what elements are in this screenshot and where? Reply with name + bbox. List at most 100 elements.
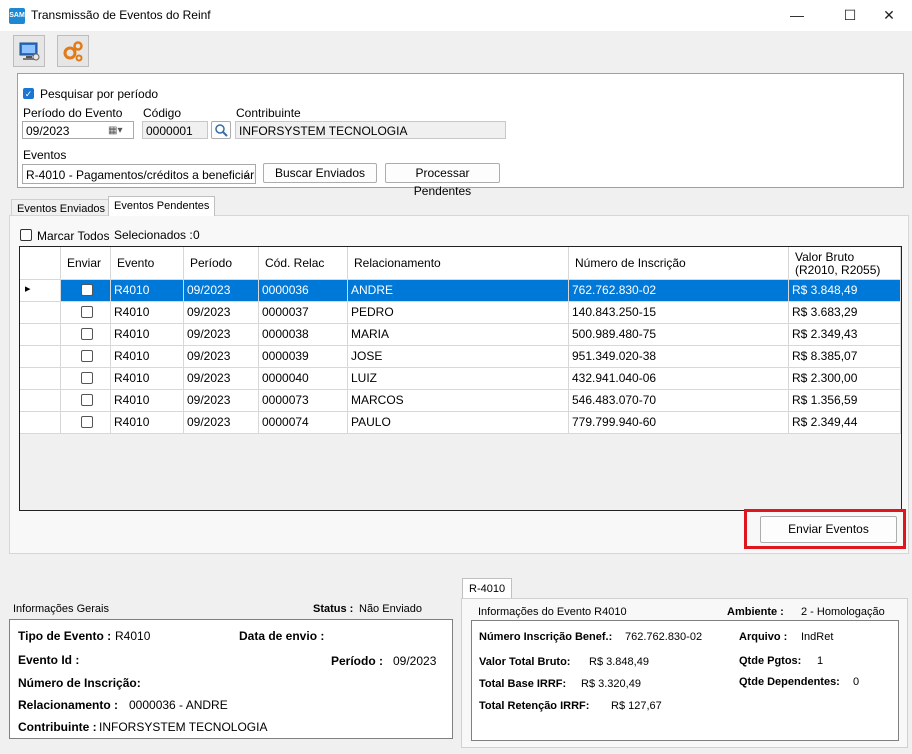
- general-info-box: Tipo de Evento : R4010 Data de envio : E…: [9, 619, 453, 739]
- relation-cell: ANDRE: [348, 280, 569, 302]
- gross-value-cell: R$ 8.385,07: [789, 346, 901, 368]
- code-search-button[interactable]: [211, 121, 231, 139]
- period-search-checkbox[interactable]: ✓: [23, 88, 34, 99]
- relation-cell: PEDRO: [348, 302, 569, 324]
- period-cell: 09/2023: [184, 412, 259, 434]
- send-checkbox[interactable]: [81, 350, 93, 362]
- inscription-label: Número de Inscrição:: [18, 676, 141, 690]
- events-select-value: R-4010 - Pagamentos/créditos a beneficiá…: [26, 168, 256, 182]
- relation-code-cell: 0000038: [259, 324, 348, 346]
- calendar-icon[interactable]: ▦▾: [108, 122, 122, 138]
- gross-total-value: R$ 3.848,49: [589, 656, 649, 668]
- send-checkbox[interactable]: [81, 328, 93, 340]
- column-header-relation[interactable]: Relacionamento: [348, 247, 569, 280]
- inscription-cell: 140.843.250-15: [569, 302, 789, 324]
- tab-r4010[interactable]: R-4010: [462, 578, 513, 599]
- contributor-info-label: Contribuinte :: [18, 720, 97, 734]
- period-cell: 09/2023: [184, 324, 259, 346]
- column-header-inscription[interactable]: Número de Inscrição: [569, 247, 789, 280]
- send-checkbox[interactable]: [81, 284, 93, 296]
- period-cell: 09/2023: [184, 368, 259, 390]
- search-sent-button[interactable]: Buscar Enviados: [263, 163, 377, 183]
- irrf-base-label: Total Base IRRF:: [479, 678, 567, 690]
- window-title: Transmissão de Eventos do Reinf: [31, 8, 211, 22]
- event-id-label: Evento Id :: [18, 653, 80, 667]
- send-cell: [61, 346, 111, 368]
- payments-qty-label: Qtde Pgtos:: [739, 655, 802, 667]
- app-icon: SAM: [9, 8, 25, 24]
- column-header-event[interactable]: Evento: [111, 247, 184, 280]
- send-checkbox[interactable]: [81, 306, 93, 318]
- mark-all-label: Marcar Todos: [37, 229, 110, 243]
- relation-code-cell: 0000037: [259, 302, 348, 324]
- current-row-arrow-icon: ▸: [25, 283, 31, 295]
- row-header[interactable]: [20, 346, 61, 368]
- selected-label: Selecionados :: [114, 228, 193, 242]
- send-cell: [61, 280, 111, 302]
- status-label: Status :: [313, 603, 354, 615]
- settings-toolbar-button[interactable]: [57, 35, 89, 67]
- send-events-button[interactable]: Enviar Eventos: [760, 516, 897, 543]
- row-header[interactable]: [20, 324, 61, 346]
- tab-pending-events[interactable]: Eventos Pendentes: [108, 196, 216, 216]
- column-header-send[interactable]: Enviar: [61, 247, 111, 280]
- events-select[interactable]: R-4010 - Pagamentos/créditos a beneficiá…: [22, 164, 256, 184]
- benef-inscription-label: Número Inscrição Benef.:: [479, 631, 613, 643]
- relation-cell: MARIA: [348, 324, 569, 346]
- event-info-title: Informações do Evento R4010: [478, 606, 627, 618]
- relation-value: 0000036 - ANDRE: [129, 698, 228, 712]
- send-checkbox[interactable]: [81, 394, 93, 406]
- code-field[interactable]: 0000001: [142, 121, 208, 139]
- gross-value-cell: R$ 2.349,43: [789, 324, 901, 346]
- row-header[interactable]: [20, 390, 61, 412]
- send-checkbox[interactable]: [81, 372, 93, 384]
- send-cell: [61, 412, 111, 434]
- grid-corner-header: [20, 247, 61, 280]
- inscription-cell: 779.799.940-60: [569, 412, 789, 434]
- period-date-field[interactable]: 09/2023 ▦▾: [22, 121, 134, 139]
- gross-value-cell: R$ 3.848,49: [789, 280, 901, 302]
- send-date-label: Data de envio :: [239, 629, 325, 643]
- process-pending-button[interactable]: Processar Pendentes: [385, 163, 500, 198]
- relation-code-cell: 0000040: [259, 368, 348, 390]
- dependents-value: 0: [853, 676, 860, 688]
- relation-code-cell: 0000039: [259, 346, 348, 368]
- send-cell: [61, 324, 111, 346]
- event-type-label: Tipo de Evento :: [18, 629, 112, 643]
- column-header-period[interactable]: Período: [184, 247, 259, 280]
- period-cell: 09/2023: [184, 346, 259, 368]
- contributor-field: INFORSYSTEM TECNOLOGIA: [235, 121, 506, 139]
- inscription-cell: 500.989.480-75: [569, 324, 789, 346]
- row-header[interactable]: [20, 368, 61, 390]
- gross-value-cell: R$ 1.356,59: [789, 390, 901, 412]
- contributor-label: Contribuinte: [236, 106, 301, 120]
- title-bar: SAM Transmissão de Eventos do Reinf — ☐ …: [0, 0, 912, 31]
- search-icon: [215, 124, 228, 137]
- send-checkbox[interactable]: [81, 416, 93, 428]
- period-info-label: Período :: [331, 654, 384, 668]
- payments-qty-value: 1: [817, 655, 824, 667]
- gears-icon: [63, 41, 83, 62]
- transmit-toolbar-button[interactable]: [13, 35, 45, 67]
- event-cell: R4010: [111, 368, 184, 390]
- inscription-cell: 432.941.040-06: [569, 368, 789, 390]
- gross-total-label: Valor Total Bruto:: [479, 656, 571, 668]
- relation-code-cell: 0000074: [259, 412, 348, 434]
- minimize-icon[interactable]: —: [774, 0, 820, 31]
- chevron-down-icon: ⌄: [242, 169, 251, 180]
- contributor-info-value: INFORSYSTEM TECNOLOGIA: [99, 720, 268, 734]
- event-cell: R4010: [111, 302, 184, 324]
- column-header-relation-code[interactable]: Cód. Relac: [259, 247, 348, 280]
- file-value: IndRet: [801, 631, 834, 643]
- row-header[interactable]: [20, 412, 61, 434]
- row-header[interactable]: ▸: [20, 280, 61, 302]
- benef-inscription-value: 762.762.830-02: [625, 631, 703, 643]
- dependents-label: Qtde Dependentes:: [739, 676, 840, 688]
- send-cell: [61, 368, 111, 390]
- event-info-box: Número Inscrição Benef.: 762.762.830-02 …: [471, 620, 899, 741]
- close-icon[interactable]: ✕: [866, 0, 912, 31]
- row-header[interactable]: [20, 302, 61, 324]
- mark-all-checkbox[interactable]: [20, 229, 32, 241]
- column-header-gross-value[interactable]: Valor Bruto (R2010, R2055): [789, 247, 901, 280]
- events-grid[interactable]: Enviar Evento Período Cód. Relac Relacio…: [19, 246, 902, 511]
